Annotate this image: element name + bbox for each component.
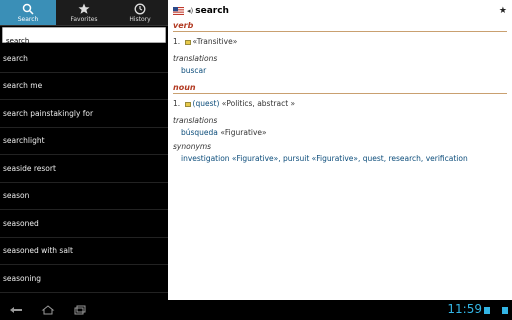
system-nav-bar: 11:59 [0, 300, 512, 320]
entry-panel: ◂) search ★ verb 1. «Transitive» transla… [168, 0, 512, 300]
translation-tag: «Figurative» [220, 128, 267, 137]
translations-label: translations [173, 54, 218, 63]
sense-number: 1. [173, 99, 181, 108]
word-list: search search me search painstakingly fo… [0, 45, 168, 293]
synonyms-list[interactable]: investigation «Figurative», pursuit «Fig… [181, 154, 507, 163]
list-item[interactable]: season [0, 183, 168, 210]
clock-icon [134, 3, 146, 14]
translations-label: translations [173, 116, 218, 125]
list-item[interactable]: search me [0, 73, 168, 100]
back-button[interactable] [0, 300, 32, 320]
translation-item: búsqueda «Figurative» [181, 128, 507, 137]
entry-header: ◂) search ★ [173, 3, 507, 19]
back-icon [10, 307, 22, 313]
sense-number: 1. [173, 37, 181, 46]
list-item[interactable]: seaside resort [0, 155, 168, 183]
tab-favorites[interactable]: Favorites [56, 0, 112, 25]
home-icon [41, 305, 55, 315]
translation-link[interactable]: buscar [181, 66, 507, 75]
battery-icon [502, 306, 508, 314]
sense-tag: «Transitive» [192, 37, 238, 46]
recent-apps-button[interactable] [64, 300, 96, 320]
wifi-icon [484, 306, 490, 314]
recent-apps-icon [74, 305, 86, 315]
speaker-icon[interactable]: ◂) [187, 7, 193, 15]
sense-flag-icon [184, 101, 191, 107]
pos-heading-verb: verb [173, 21, 507, 32]
tab-favorites-label: Favorites [70, 15, 98, 23]
sense-gloss: (quest) [192, 99, 220, 108]
search-field-container [2, 27, 166, 48]
list-item[interactable]: seasoned [0, 210, 168, 238]
clock[interactable]: 11:59 [447, 302, 482, 316]
tab-search-label: Search [17, 15, 39, 23]
tab-bar: Search Favorites History [0, 0, 168, 26]
sense-flag-icon [184, 39, 191, 45]
noun-sense: 1. (quest) «Politics, abstract » [173, 99, 507, 108]
headword: search [195, 6, 229, 16]
star-icon [78, 3, 90, 14]
list-item[interactable]: searchlight [0, 128, 168, 155]
favorite-star-icon[interactable]: ★ [499, 6, 507, 16]
translation-link[interactable]: búsqueda [181, 128, 218, 137]
status-icons[interactable] [484, 304, 508, 316]
synonyms-label: synonyms [173, 142, 212, 151]
list-item[interactable]: seasoning [0, 265, 168, 293]
word-panel: Search Favorites History search search m… [0, 0, 168, 300]
tab-search[interactable]: Search [0, 0, 56, 25]
us-flag-icon[interactable] [173, 7, 184, 15]
tab-history-label: History [129, 15, 151, 23]
verb-sense: 1. «Transitive» [173, 37, 507, 46]
search-icon [22, 3, 34, 15]
pos-heading-noun: noun [173, 83, 507, 94]
list-item[interactable]: search painstakingly for [0, 100, 168, 128]
home-button[interactable] [32, 300, 64, 320]
tab-history[interactable]: History [112, 0, 168, 25]
sense-tag: «Politics, abstract » [221, 99, 296, 108]
list-item[interactable]: seasoned with salt [0, 238, 168, 265]
list-item[interactable]: search [0, 45, 168, 73]
